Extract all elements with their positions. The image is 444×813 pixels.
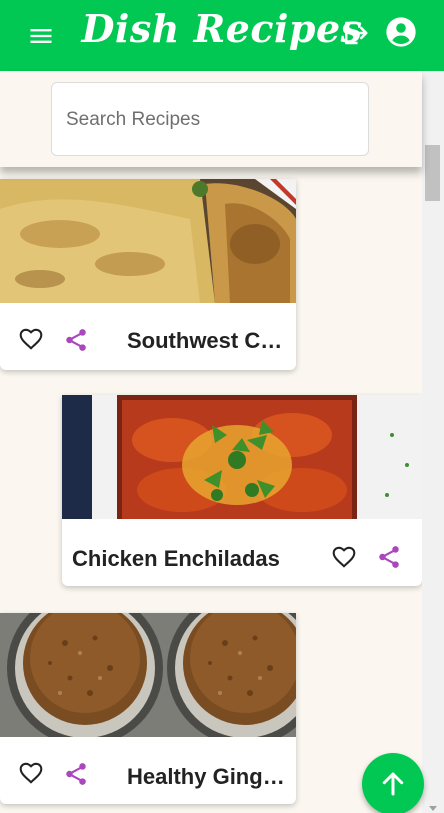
- heart-outline-icon[interactable]: [17, 326, 45, 352]
- account-circle-icon[interactable]: [385, 16, 417, 48]
- app-bar: Dish Recipes: [0, 0, 444, 71]
- scroll-to-top-button[interactable]: [362, 753, 424, 813]
- recipe-card[interactable]: Healthy Gingerbrea…: [0, 613, 296, 804]
- share-icon[interactable]: [376, 544, 402, 570]
- scroll-down-arrow-icon[interactable]: [429, 806, 437, 811]
- recipe-card[interactable]: Southwest Chicken…: [0, 179, 296, 370]
- recipe-photo-quesadilla: [0, 179, 296, 303]
- app-title: Dish Recipes: [81, 6, 363, 51]
- vertical-scrollbar[interactable]: [422, 71, 444, 813]
- arrow-up-icon: [382, 772, 404, 796]
- search-input[interactable]: [66, 107, 356, 133]
- logout-icon[interactable]: [340, 18, 370, 48]
- heart-outline-icon[interactable]: [17, 760, 45, 786]
- heart-outline-icon[interactable]: [330, 544, 358, 570]
- recipe-photo-muffins: [0, 613, 296, 737]
- recipe-title: Healthy Gingerbrea…: [127, 764, 289, 789]
- share-icon[interactable]: [63, 761, 89, 787]
- recipe-title: Chicken Enchiladas: [72, 546, 280, 571]
- recipe-card[interactable]: Chicken Enchiladas: [62, 395, 422, 586]
- scrollbar-thumb[interactable]: [425, 145, 440, 201]
- search-section: [0, 71, 422, 167]
- share-icon[interactable]: [63, 327, 89, 353]
- recipe-photo-enchiladas: [62, 395, 422, 519]
- recipe-title: Southwest Chicken…: [127, 328, 289, 353]
- search-box[interactable]: [51, 82, 369, 156]
